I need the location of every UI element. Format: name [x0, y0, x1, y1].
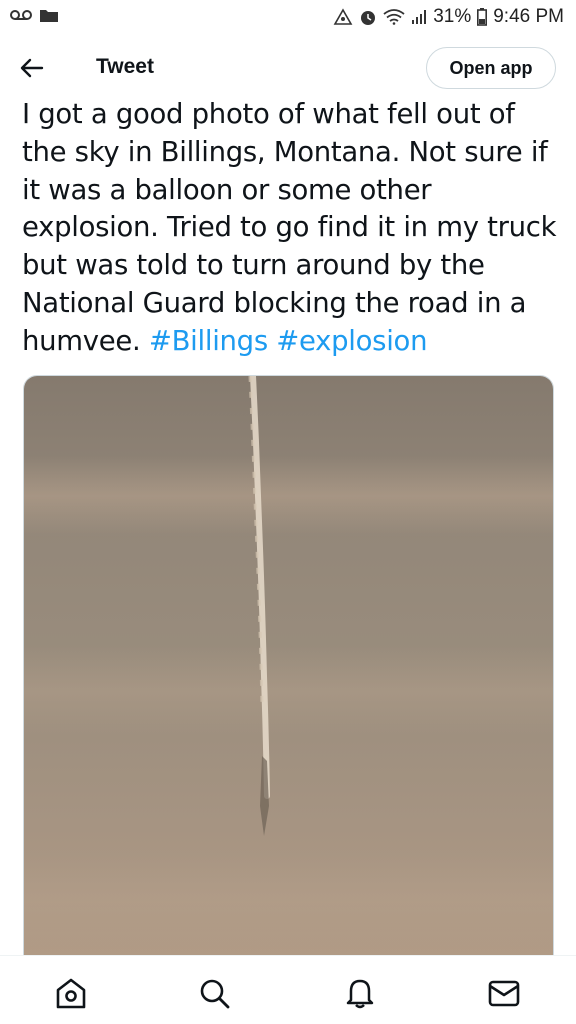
notifications-icon [346, 979, 374, 1009]
tweet-text: I got a good photo of what fell out of t… [22, 96, 562, 361]
page-title: Tweet [96, 55, 154, 78]
clock: 9:46 PM [493, 6, 564, 27]
nav-search[interactable] [197, 976, 231, 1010]
accessibility-icon [333, 8, 353, 25]
home-icon [56, 978, 86, 1009]
nav-home[interactable] [54, 976, 88, 1010]
nav-messages[interactable] [487, 976, 521, 1010]
battery-percent: 31% [433, 6, 472, 27]
alarm-icon [361, 11, 376, 25]
tweet-body: I got a good photo of what fell out of t… [22, 98, 557, 357]
folder-icon [40, 10, 58, 22]
bottom-navigation [0, 955, 576, 1024]
wifi-icon [383, 9, 405, 25]
status-bar-left [10, 8, 58, 22]
tweet-header: Tweet Open app [0, 36, 576, 98]
search-icon [200, 979, 230, 1009]
arrow-left-icon [20, 58, 44, 78]
status-bar-right: 31% 9:46 PM [333, 6, 564, 28]
voicemail-icon [10, 10, 32, 20]
status-bar: 31% 9:46 PM [0, 0, 576, 36]
open-app-button[interactable]: Open app [426, 47, 556, 89]
nav-notifications[interactable] [343, 976, 377, 1010]
hashtag-link[interactable]: #Billings [149, 325, 268, 357]
tweet-photo[interactable] [23, 375, 554, 975]
sky-photo [24, 376, 553, 974]
hashtag-link[interactable]: #explosion [276, 325, 427, 357]
signal-icon [412, 10, 427, 24]
messages-icon [488, 980, 520, 1007]
battery-icon [477, 8, 488, 26]
back-button[interactable] [18, 54, 48, 82]
